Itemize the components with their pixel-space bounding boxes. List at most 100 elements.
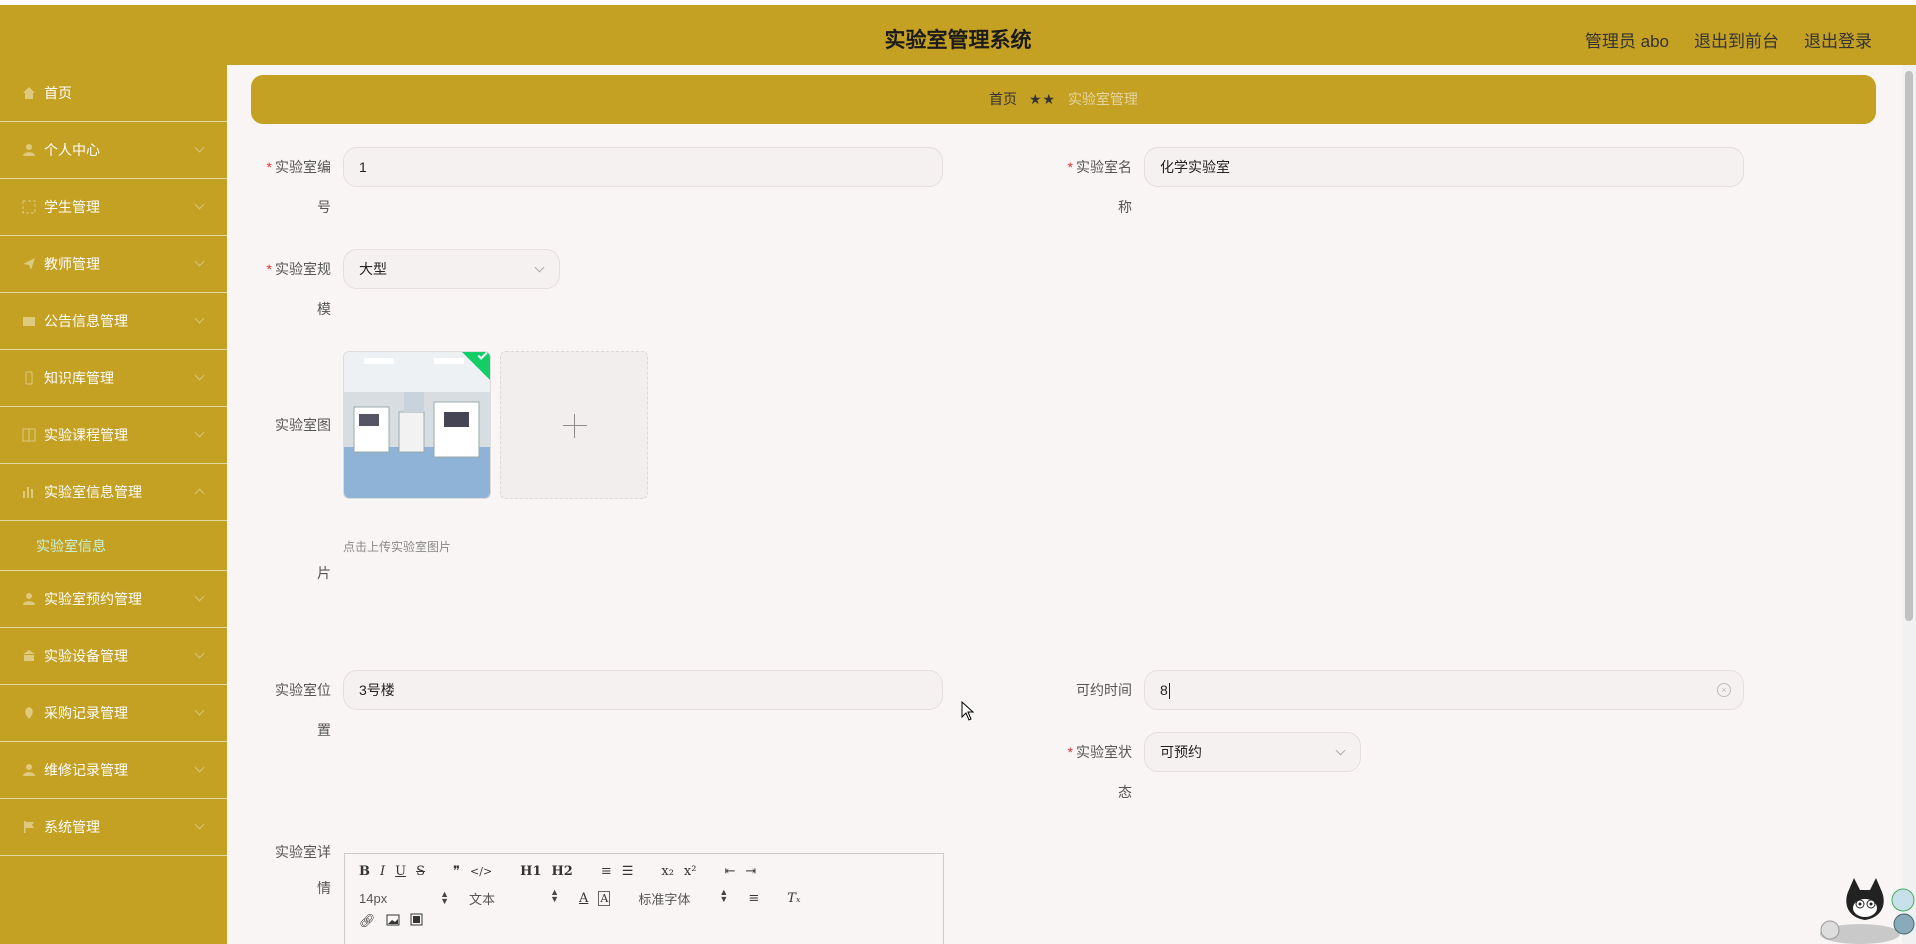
- sidebar-item-students[interactable]: 学生管理: [0, 179, 227, 236]
- block-type-select[interactable]: 文本 ▲ ▼: [469, 887, 559, 908]
- required-mark: *: [1067, 159, 1073, 175]
- lab-scale-select[interactable]: 大型: [343, 249, 560, 289]
- page-scrollbar[interactable]: [1902, 65, 1916, 944]
- chevron-down-icon: [194, 256, 205, 267]
- text-color-icon[interactable]: A: [579, 891, 588, 906]
- sidebar-item-label: 实验设备管理: [44, 648, 128, 664]
- lab-location-input[interactable]: 3号楼: [343, 670, 943, 710]
- lab-no-label: * 实验室编: [266, 159, 331, 175]
- required-mark: *: [1067, 744, 1073, 760]
- logout-link[interactable]: 退出登录: [1804, 27, 1872, 52]
- blockquote-button[interactable]: ❞: [453, 864, 460, 879]
- lab-scale-label-cont: 模: [317, 301, 331, 317]
- link-icon[interactable]: 🔗︎: [359, 914, 376, 929]
- sidebar-item-announcements[interactable]: 公告信息管理: [0, 293, 227, 350]
- check-icon: [477, 352, 488, 360]
- sidebar-item-label: 公告信息管理: [44, 313, 128, 329]
- sidebar-item-equipment[interactable]: 实验设备管理: [0, 628, 227, 685]
- editor-toolbar-row-3: 🔗︎: [359, 913, 433, 930]
- top-header: 实验室管理系统 管理员 abo 退出到前台 退出登录: [0, 5, 1916, 65]
- updown-icon: ▲ ▼: [719, 887, 729, 904]
- bullet-list-button[interactable]: ☰: [622, 864, 634, 879]
- subscript-button[interactable]: x₂: [661, 864, 674, 879]
- superscript-button[interactable]: x²: [684, 864, 697, 879]
- code-block-button[interactable]: </>: [470, 865, 492, 878]
- sidebar-item-label: 维修记录管理: [44, 762, 128, 778]
- book-time-value: 8: [1160, 682, 1168, 698]
- plus-icon: [563, 425, 587, 426]
- chevron-down-icon: [194, 370, 205, 381]
- required-mark: *: [266, 159, 272, 175]
- font-size-select[interactable]: 14px ▲ ▼: [359, 890, 449, 907]
- sidebar-item-label: 实验室信息管理: [44, 484, 142, 500]
- chevron-down-icon: [534, 262, 545, 273]
- breadcrumb-home[interactable]: 首页: [989, 91, 1017, 107]
- chevron-down-icon: [194, 819, 205, 830]
- image-upload-button[interactable]: [500, 351, 648, 499]
- lab-status-label: * 实验室状: [1067, 744, 1132, 760]
- sidebar-item-home[interactable]: 首页: [0, 65, 227, 122]
- underline-button[interactable]: U: [395, 864, 406, 879]
- phone-icon: [22, 371, 36, 385]
- chevron-down-icon: [194, 142, 205, 153]
- book-time-label: 可约时间: [1076, 682, 1132, 698]
- scrollbar-thumb[interactable]: [1905, 71, 1913, 621]
- ordered-list-button[interactable]: ≡: [601, 864, 612, 879]
- align-icon[interactable]: ≡: [748, 891, 759, 906]
- chevron-down-icon: [194, 313, 205, 324]
- user-icon: [22, 763, 36, 777]
- lab-status-select[interactable]: 可预约: [1144, 732, 1361, 772]
- italic-button[interactable]: I: [380, 864, 385, 879]
- lab-location-label-cont: 置: [317, 722, 331, 738]
- header-1-button[interactable]: H1: [520, 864, 541, 879]
- text-caret: [1168, 683, 1170, 700]
- background-color-icon[interactable]: A: [598, 891, 611, 906]
- font-family-select[interactable]: 标准字体 ▲ ▼: [638, 887, 729, 908]
- strike-button[interactable]: S: [416, 864, 425, 879]
- bold-button[interactable]: B: [359, 864, 370, 879]
- indent-button[interactable]: ⇥: [745, 864, 756, 879]
- lab-image-label: 实验室图: [275, 417, 331, 433]
- outdent-button[interactable]: ⇤: [724, 864, 735, 879]
- admin-user-label[interactable]: 管理员 abo: [1585, 27, 1669, 52]
- sidebar-item-repair-records[interactable]: 维修记录管理: [0, 742, 227, 799]
- lab-image-label-cont: 片: [317, 565, 331, 581]
- sidebar-item-label: 系统管理: [44, 819, 100, 835]
- sidebar-item-teachers[interactable]: 教师管理: [0, 236, 227, 293]
- grid-icon: [22, 428, 36, 442]
- sidebar-item-label: 实验室预约管理: [44, 591, 142, 607]
- sidebar-item-lab-booking[interactable]: 实验室预约管理: [0, 571, 227, 628]
- image-icon[interactable]: [386, 914, 400, 930]
- lab-status-value: 可预约: [1160, 744, 1202, 760]
- flag-icon: [22, 820, 36, 834]
- sidebar-item-personal-center[interactable]: 个人中心: [0, 122, 227, 179]
- sidebar-item-system[interactable]: 系统管理: [0, 799, 227, 856]
- sidebar-item-label: 首页: [44, 85, 72, 101]
- clear-icon[interactable]: ×: [1717, 683, 1731, 697]
- header-2-button[interactable]: H2: [551, 864, 572, 879]
- lab-detail-label: 实验室详: [275, 844, 331, 860]
- header-links: 管理员 abo 退出到前台 退出登录: [1585, 27, 1872, 52]
- lab-name-input[interactable]: 化学实验室: [1144, 147, 1744, 187]
- editor-toolbar-row-1: B I U S ❞ </> H1 H2 ≡ ☰ x₂ x² ⇤ ⇥: [359, 864, 766, 879]
- video-icon[interactable]: [410, 913, 423, 930]
- updown-icon: ▲ ▼: [550, 887, 559, 904]
- sidebar-subitem-lab-info[interactable]: 实验室信息: [0, 521, 227, 571]
- back-to-frontend-link[interactable]: 退出到前台: [1694, 27, 1779, 52]
- sidebar: 首页 个人中心 学生管理 教师管理 公告信息管理 知识库管理 实验课程管理 实验…: [0, 65, 227, 944]
- clear-format-icon[interactable]: Tₓ: [787, 891, 800, 906]
- frame-icon: [22, 200, 36, 214]
- sidebar-item-lab-info[interactable]: 实验室信息管理: [0, 464, 227, 521]
- lab-no-input[interactable]: 1: [343, 147, 943, 187]
- app-root: 实验室管理系统 管理员 abo 退出到前台 退出登录 首页 个人中心 学生管理 …: [0, 0, 1916, 944]
- sidebar-item-label: 教师管理: [44, 256, 100, 272]
- sidebar-item-knowledge-base[interactable]: 知识库管理: [0, 350, 227, 407]
- sidebar-item-purchase-records[interactable]: 采购记录管理: [0, 685, 227, 742]
- book-time-input[interactable]: 8 ×: [1144, 670, 1744, 710]
- home-icon: [22, 86, 36, 100]
- lab-image-thumbnail[interactable]: [343, 351, 491, 499]
- chevron-down-icon: [1335, 745, 1346, 756]
- cat-mascot-icon[interactable]: [1810, 872, 1916, 944]
- editor-toolbar-row-2: 14px ▲ ▼ 文本 ▲ ▼ A A 标准字体 ▲ ▼ ≡ Tₓ: [359, 887, 811, 908]
- sidebar-item-courses[interactable]: 实验课程管理: [0, 407, 227, 464]
